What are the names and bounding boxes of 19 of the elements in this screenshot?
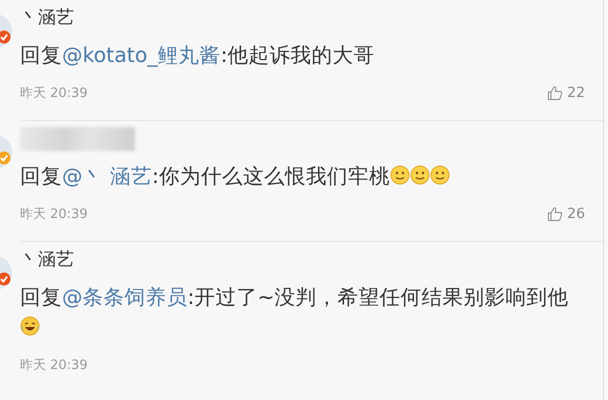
smiley-icon: [410, 165, 430, 185]
comment-time: 昨天 20:39: [20, 85, 88, 102]
username-link[interactable]: 丶涵艺: [20, 248, 74, 272]
mention-link[interactable]: @条条饲养员: [62, 285, 188, 309]
like-button[interactable]: 26: [547, 206, 585, 222]
like-button[interactable]: 22: [547, 85, 585, 101]
comment-text: 回复@条条饲养员:开过了~没判，希望任何结果别影响到他: [20, 282, 603, 342]
comment-time: 昨天 20:39: [20, 357, 88, 374]
comment-text: 回复@kotato_鲤丸酱:他起诉我的大哥: [20, 42, 376, 69]
username-link[interactable]: 丶涵艺: [20, 6, 74, 30]
smiley-icon: [430, 165, 450, 185]
mention-link[interactable]: @kotato_鲤丸酱: [62, 43, 221, 67]
comment-text: 回复@丶 涵艺:你为什么这么恨我们牢桃: [20, 161, 603, 191]
thumbs-up-icon: [547, 85, 564, 101]
thumbs-up-icon: [547, 206, 564, 222]
mention-link[interactable]: @丶 涵艺: [62, 164, 152, 188]
laughing-emoji-icon: [20, 316, 40, 336]
comment-time: 昨天 20:39: [20, 206, 88, 223]
smiley-icon: [390, 165, 410, 185]
